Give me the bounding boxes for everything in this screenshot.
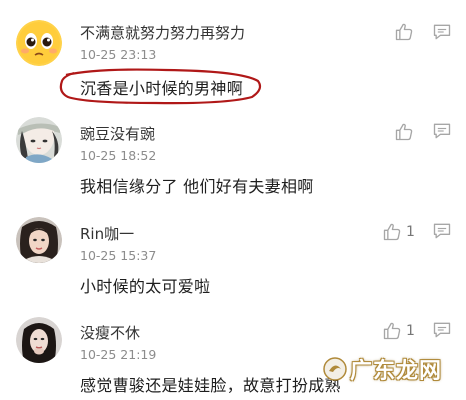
comment-item: Rin咖一 10-25 15:37 小时候的太可爱啦 1 (0, 205, 466, 305)
timestamp: 10-25 18:52 (80, 148, 157, 163)
like-button[interactable]: 1 (382, 319, 415, 343)
comment-bubble-icon (432, 320, 454, 340)
timestamp: 10-25 21:19 (80, 347, 157, 362)
like-button[interactable] (394, 20, 418, 44)
watermark-text: 广东龙网 (350, 359, 443, 384)
thumbs-up-icon (382, 222, 402, 242)
like-button[interactable]: 1 (382, 220, 415, 244)
comment-text: 沉香是小时候的男神啊 (80, 79, 244, 98)
reply-button[interactable] (432, 221, 454, 243)
username[interactable]: 豌豆没有豌 (80, 123, 155, 144)
timestamp: 10-25 23:13 (80, 47, 157, 62)
photo-avatar-icon (16, 217, 62, 263)
photo-avatar-icon (16, 317, 62, 363)
avatar[interactable] (16, 117, 62, 163)
comment-text: 小时候的太可爱啦 (80, 277, 211, 296)
emoji-avatar-icon (16, 20, 62, 66)
thumbs-up-icon (394, 22, 414, 42)
comment-text: 我相信缘分了 他们好有夫妻相啊 (80, 177, 314, 196)
watermark-logo-icon (323, 357, 347, 381)
like-count: 1 (406, 224, 415, 240)
reply-button[interactable] (432, 121, 454, 143)
timestamp: 10-25 15:37 (80, 248, 157, 263)
illustrated-girl-avatar-icon (16, 117, 62, 163)
username[interactable]: 不满意就努力努力再努力 (80, 22, 245, 43)
like-button[interactable] (394, 120, 418, 144)
reply-button[interactable] (432, 320, 454, 342)
avatar[interactable] (16, 317, 62, 363)
comment-item: 豌豆没有豌 10-25 18:52 我相信缘分了 他们好有夫妻相啊 (0, 105, 466, 205)
thumbs-up-icon (394, 122, 414, 142)
username[interactable]: 没瘦不休 (80, 322, 140, 343)
comment-bubble-icon (432, 121, 454, 141)
comment-bubble-icon (432, 221, 454, 241)
comment-bubble-icon (432, 22, 454, 42)
thumbs-up-icon (382, 321, 402, 341)
reply-button[interactable] (432, 22, 454, 44)
avatar[interactable] (16, 20, 62, 66)
watermark: 广东龙网 (322, 353, 442, 385)
username[interactable]: Rin咖一 (80, 223, 134, 244)
comment-text: 感觉曹骏还是娃娃脸，故意打扮成熟 (80, 376, 341, 395)
like-count: 1 (406, 323, 415, 339)
avatar[interactable] (16, 217, 62, 263)
comment-item: 不满意就努力努力再努力 10-25 23:13 沉香是小时候的男神啊 (0, 0, 466, 105)
